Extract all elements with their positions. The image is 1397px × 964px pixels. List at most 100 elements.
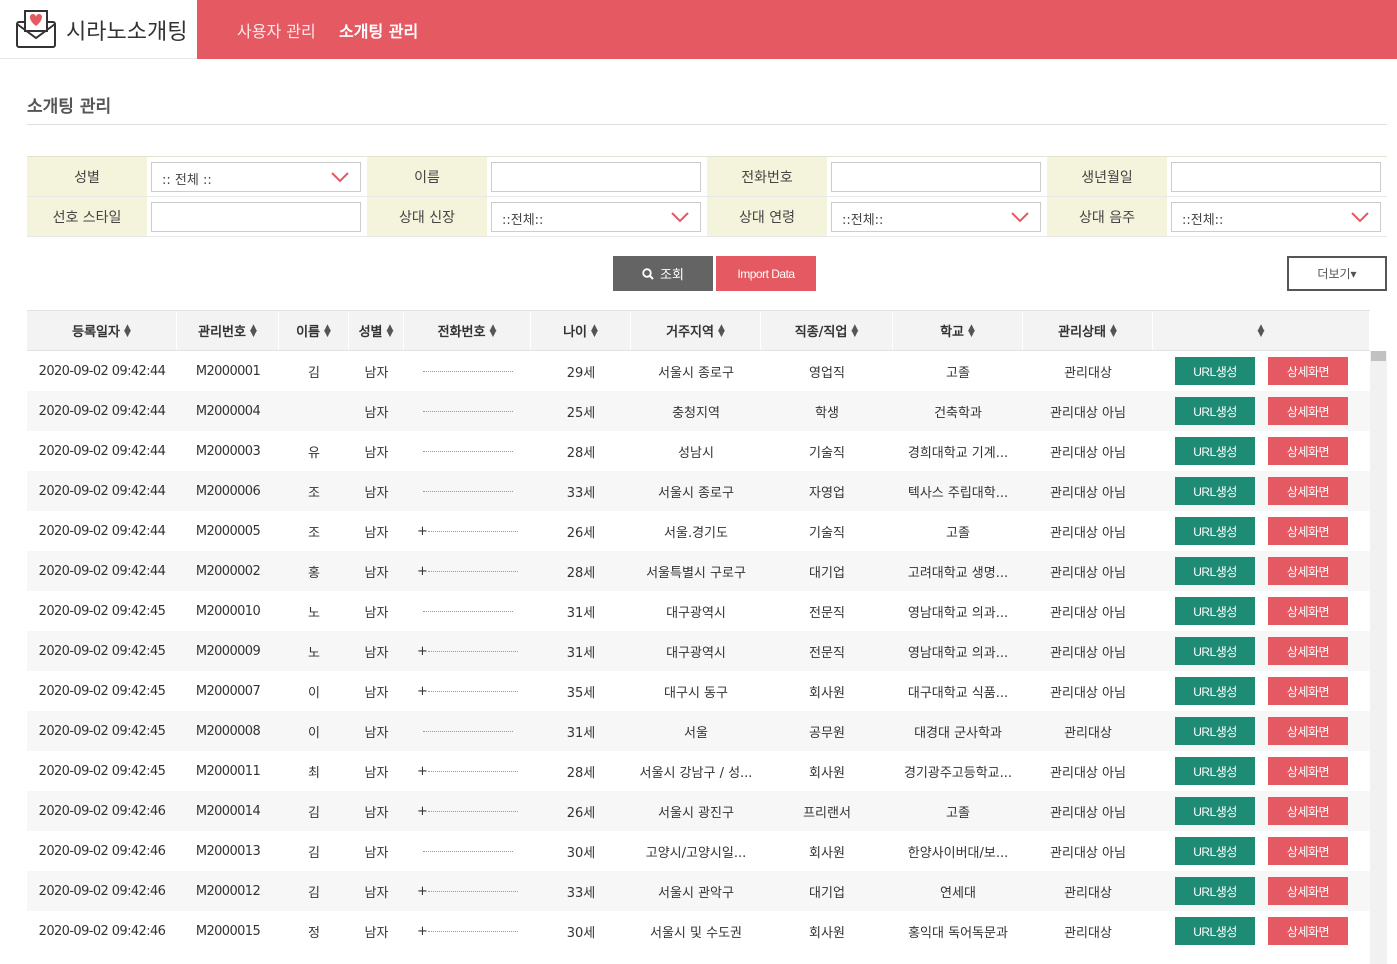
cell-gender: 남자 xyxy=(349,522,404,541)
create-url-button[interactable]: URL생성 xyxy=(1175,837,1255,865)
phone-text: + xyxy=(417,923,428,939)
redaction-mark xyxy=(427,528,518,532)
cell-gender: 남자 xyxy=(349,722,404,741)
scrollbar-thumb[interactable] xyxy=(1371,351,1386,361)
detail-view-button[interactable]: 상세화면 xyxy=(1268,797,1348,825)
cell-member-name: 조 xyxy=(279,522,349,541)
create-url-button[interactable]: URL생성 xyxy=(1175,357,1255,385)
age-text: 28세 xyxy=(566,565,596,581)
col-management-no-header[interactable]: 관리번호 ▲ ▼ xyxy=(177,311,279,350)
age-text: 28세 xyxy=(566,765,596,781)
more-button[interactable]: 더보기▾ xyxy=(1287,256,1387,291)
col-registered-date-header[interactable]: 등록일자 ▲ ▼ xyxy=(27,311,177,350)
cell-school: 텍사스 주립대학... xyxy=(893,482,1023,501)
phone-input[interactable] xyxy=(831,161,1041,192)
management-no-text: M2000014 xyxy=(195,803,261,819)
registered-date-text: 2020-09-02 09:42:44 xyxy=(38,443,166,459)
redacted-phone xyxy=(422,406,513,416)
table-row: 2020-09-02 09:42:44 M2000006 조 남자 33세 서울시 종로구… xyxy=(27,471,1370,511)
cell-phone xyxy=(404,726,531,736)
chevron-down-icon xyxy=(1351,211,1369,222)
detail-view-button[interactable]: 상세화면 xyxy=(1268,557,1348,585)
detail-view-button[interactable]: 상세화면 xyxy=(1268,437,1348,465)
cell-region: 충청지역 xyxy=(631,402,761,421)
create-url-button[interactable]: URL생성 xyxy=(1175,477,1255,505)
status-text: 관리대상 아님 xyxy=(1050,845,1126,861)
nav-blind-date-management[interactable]: 소개팅 관리 xyxy=(339,18,418,42)
cell-age: 28세 xyxy=(531,442,631,461)
cell-status: 관리대상 아님 xyxy=(1023,482,1153,501)
create-url-button[interactable]: URL생성 xyxy=(1175,517,1255,545)
partner-age-select[interactable]: ::전체:: xyxy=(831,201,1041,232)
region-text: 서울 xyxy=(684,725,708,741)
col-actions-header[interactable]: ▲ ▼ xyxy=(1153,311,1370,350)
detail-view-button[interactable]: 상세화면 xyxy=(1268,677,1348,705)
col-status-header[interactable]: 관리상태 ▲ ▼ xyxy=(1023,311,1153,350)
gender-text: 남자 xyxy=(364,485,389,501)
create-url-button[interactable]: URL생성 xyxy=(1175,437,1255,465)
nav-user-management[interactable]: 사용자 관리 xyxy=(237,18,316,42)
registered-date-text: 2020-09-02 09:42:44 xyxy=(38,523,166,539)
detail-view-button[interactable]: 상세화면 xyxy=(1268,397,1348,425)
detail-view-button[interactable]: 상세화면 xyxy=(1268,477,1348,505)
col-region-header[interactable]: 거주지역 ▲ ▼ xyxy=(631,311,761,350)
import-data-button[interactable]: Import Data xyxy=(716,256,816,291)
brand[interactable]: 시라노소개팅 xyxy=(0,0,197,59)
create-url-button[interactable]: URL생성 xyxy=(1175,877,1255,905)
create-url-button[interactable]: URL생성 xyxy=(1175,597,1255,625)
search-button[interactable]: 조회 xyxy=(613,256,713,291)
name-input[interactable] xyxy=(491,161,701,192)
search-icon xyxy=(642,267,654,280)
gender-text: 남자 xyxy=(364,845,389,861)
create-url-button[interactable]: URL생성 xyxy=(1175,637,1255,665)
school-text: 홍익대 독어독문과 xyxy=(908,925,1008,941)
create-url-button[interactable]: URL생성 xyxy=(1175,717,1255,745)
detail-view-button[interactable]: 상세화면 xyxy=(1268,757,1348,785)
detail-view-button[interactable]: 상세화면 xyxy=(1268,637,1348,665)
detail-view-button[interactable]: 상세화면 xyxy=(1268,717,1348,745)
filter-label-birthdate: 생년월일 xyxy=(1047,157,1167,196)
col-job-header[interactable]: 직종/직업 ▲ ▼ xyxy=(761,311,893,350)
detail-view-button[interactable]: 상세화면 xyxy=(1268,837,1348,865)
cell-phone: + xyxy=(404,884,531,899)
create-url-button[interactable]: URL생성 xyxy=(1175,397,1255,425)
create-url-button[interactable]: URL생성 xyxy=(1175,797,1255,825)
create-url-button[interactable]: URL생성 xyxy=(1175,757,1255,785)
age-text: 31세 xyxy=(566,605,596,621)
table-row: 2020-09-02 09:42:44 M2000005 조 남자 +26세 서울.경기도… xyxy=(27,511,1370,551)
column-header-label: 관리상태 xyxy=(1058,325,1106,340)
col-age-header[interactable]: 나이 ▲ ▼ xyxy=(531,311,631,350)
preferred-style-input[interactable] xyxy=(151,201,361,232)
vertical-scrollbar[interactable] xyxy=(1370,351,1387,964)
cell-phone: + xyxy=(404,924,531,939)
birthdate-input[interactable] xyxy=(1171,161,1381,192)
cell-age: 31세 xyxy=(531,722,631,741)
col-name-header[interactable]: 이름 ▲ ▼ xyxy=(279,311,349,350)
cell-management-no: M2000008 xyxy=(177,724,279,739)
col-gender-header[interactable]: 성별 ▲ ▼ xyxy=(349,311,404,350)
redacted-phone xyxy=(427,766,518,776)
cell-job: 회사원 xyxy=(761,682,893,701)
redaction-mark xyxy=(427,568,518,572)
cell-phone xyxy=(404,446,531,456)
col-school-header[interactable]: 학교 ▲ ▼ xyxy=(893,311,1023,350)
status-text: 관리대상 아님 xyxy=(1050,565,1126,581)
cell-actions: URL생성 상세화면 xyxy=(1153,917,1370,945)
partner-drinking-select[interactable]: ::전체:: xyxy=(1171,201,1381,232)
detail-view-button[interactable]: 상세화면 xyxy=(1268,877,1348,905)
cell-gender: 남자 xyxy=(349,402,404,421)
redacted-phone xyxy=(422,606,513,616)
gender-select[interactable]: :: 전체 :: xyxy=(151,161,361,192)
detail-view-button[interactable]: 상세화면 xyxy=(1268,917,1348,945)
create-url-button[interactable]: URL생성 xyxy=(1175,677,1255,705)
cell-actions: URL생성 상세화면 xyxy=(1153,757,1370,785)
create-url-button[interactable]: URL생성 xyxy=(1175,557,1255,585)
detail-view-button[interactable]: 상세화면 xyxy=(1268,517,1348,545)
partner-height-select[interactable]: ::전체:: xyxy=(491,201,701,232)
col-phone-header[interactable]: 전화번호 ▲ ▼ xyxy=(404,311,531,350)
gender-text: 남자 xyxy=(364,885,389,901)
detail-view-button[interactable]: 상세화면 xyxy=(1268,597,1348,625)
status-text: 관리대상 아님 xyxy=(1050,525,1126,541)
create-url-button[interactable]: URL생성 xyxy=(1175,917,1255,945)
detail-view-button[interactable]: 상세화면 xyxy=(1268,357,1348,385)
